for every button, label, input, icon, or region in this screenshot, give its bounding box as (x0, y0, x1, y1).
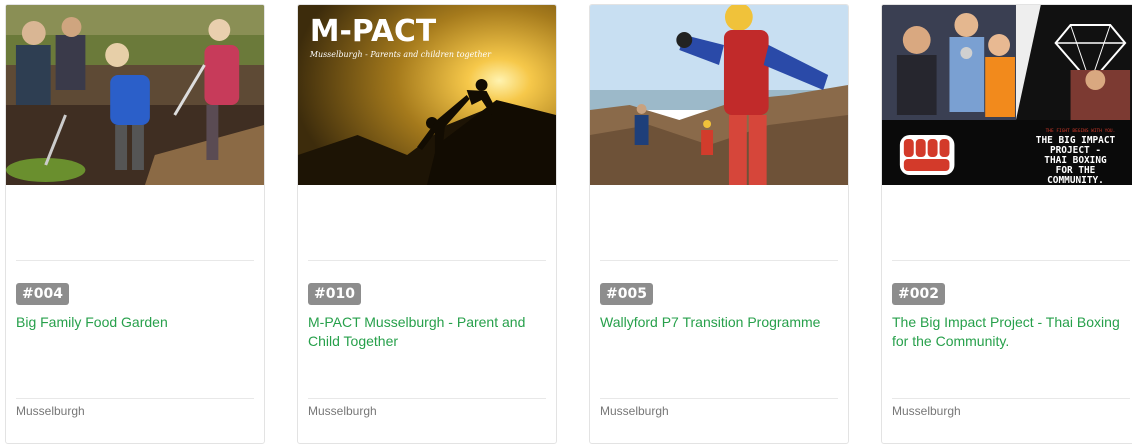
project-number-badge: #005 (600, 283, 653, 305)
project-number-badge: #002 (892, 283, 945, 305)
boxing-poster-photo[interactable]: THE FIGHT BEGINS WITH YOU. THE BIG IMPAC… (882, 5, 1132, 185)
project-title-link[interactable]: Wallyford P7 Transition Programme (600, 313, 836, 332)
sunset-climb-photo[interactable]: M-PACT Musselburgh - Parents and childre… (298, 5, 556, 185)
garden-photo[interactable] (6, 5, 264, 185)
project-title-link[interactable]: Big Family Food Garden (16, 313, 252, 332)
project-card-grid: #004 Big Family Food Garden Musselburgh (0, 0, 1132, 444)
card-divider (16, 398, 254, 399)
project-title-link[interactable]: M-PACT Musselburgh - Parent and Child To… (308, 313, 544, 351)
project-location: Musselburgh (892, 404, 961, 418)
project-number-badge: #004 (16, 283, 69, 305)
project-number-badge: #010 (308, 283, 361, 305)
project-card-005[interactable]: #005 Wallyford P7 Transition Programme M… (589, 4, 849, 444)
project-location: Musselburgh (308, 404, 377, 418)
card-divider (16, 260, 254, 261)
poster-small-caption: THE FIGHT BEGINS WITH YOU. (1046, 128, 1116, 134)
project-card-004[interactable]: #004 Big Family Food Garden Musselburgh (5, 4, 265, 444)
project-title-link[interactable]: The Big Impact Project - Thai Boxing for… (892, 313, 1128, 351)
image-subtitle-text: Musselburgh - Parents and children toget… (309, 50, 492, 59)
project-card-010[interactable]: M-PACT Musselburgh - Parents and childre… (297, 4, 557, 444)
card-divider (308, 398, 546, 399)
card-divider (600, 398, 838, 399)
poster-caption-line: COMMUNITY. (1047, 175, 1104, 185)
project-card-002[interactable]: THE FIGHT BEGINS WITH YOU. THE BIG IMPAC… (881, 4, 1132, 444)
coast-climbing-photo[interactable] (590, 5, 848, 185)
card-divider (308, 260, 546, 261)
project-location: Musselburgh (16, 404, 85, 418)
card-divider (600, 260, 838, 261)
card-divider (892, 260, 1130, 261)
image-title-text: M-PACT (310, 14, 437, 49)
card-divider (892, 398, 1130, 399)
project-location: Musselburgh (600, 404, 669, 418)
